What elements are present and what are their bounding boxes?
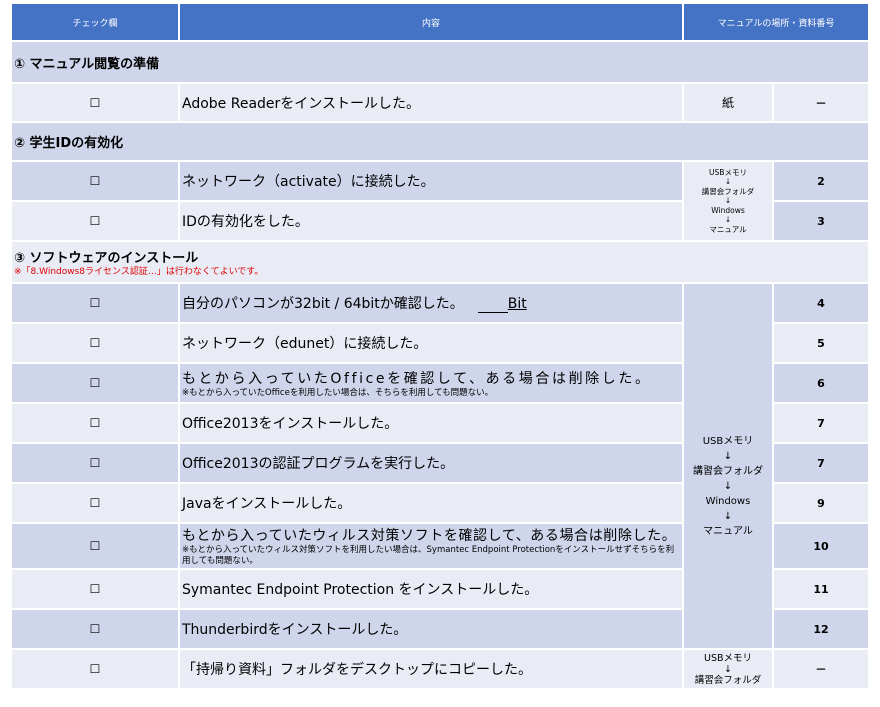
bit-suffix: Bit (507, 296, 527, 312)
task-text: Office2013の認証プログラムを実行した。 (180, 444, 684, 484)
doc-number: 11 (774, 570, 871, 610)
task-text: ネットワーク（activate）に接続した。 (180, 162, 684, 202)
table-row: ☐ Adobe Readerをインストールした。 紙 － (12, 84, 871, 123)
doc-number: 7 (774, 444, 871, 484)
checkbox[interactable]: ☐ (12, 570, 180, 610)
location-windows: Windows (711, 205, 745, 215)
doc-number: 6 (774, 364, 871, 404)
down-arrow-icon: ↓ (724, 177, 732, 187)
section-header-3: ③ ソフトウェアのインストール ※「8.Windows8ライセンス認証…」は行わ… (12, 242, 871, 284)
checkbox[interactable]: ☐ (12, 650, 180, 690)
location-usb: USBメモリ (703, 652, 752, 664)
location-usb: USBメモリ (709, 167, 747, 177)
checkbox[interactable]: ☐ (12, 324, 180, 364)
section-header-1: ① マニュアル閲覧の準備 (12, 42, 871, 84)
table-row: ☐ 自分のパソコンが32bit / 64bitか確認した。 Bit USBメモリ … (12, 284, 871, 650)
task-text: Adobe Readerをインストールした。 (180, 84, 684, 123)
checklist-table: チェック欄 内容 マニュアルの場所・資料番号 ① マニュアル閲覧の準備 ☐ Ad… (12, 4, 871, 690)
location-cell: USBメモリ ↓ 講習会フォルダ ↓ Windows ↓ マニュアル (684, 284, 774, 650)
location-folder: 講習会フォルダ (693, 465, 763, 477)
task-text: IDの有効化をした。 (180, 202, 684, 242)
location-column-header: マニュアルの場所・資料番号 (684, 4, 871, 42)
section-note: ※「8.Windows8ライセンス認証…」は行わなくてよいです。 (14, 266, 264, 277)
down-arrow-icon: ↓ (724, 215, 732, 225)
doc-number: 5 (774, 324, 871, 364)
location-windows: Windows (705, 495, 751, 507)
doc-number: 2 (774, 162, 871, 202)
task-text: もとから入っていたウィルス対策ソフトを確認して、ある場合は削除した。 (182, 528, 677, 544)
task-text: ネットワーク（edunet）に接続した。 (180, 324, 684, 364)
checkbox[interactable]: ☐ (12, 524, 180, 570)
checkbox[interactable]: ☐ (12, 444, 180, 484)
table-row: ☐ ネットワーク（activate）に接続した。 USBメモリ ↓ 講習会フォル… (12, 162, 871, 242)
down-arrow-icon: ↓ (724, 663, 732, 675)
down-arrow-icon: ↓ (723, 480, 733, 492)
task-text: Thunderbirdをインストールした。 (180, 610, 684, 650)
section-header-2: ② 学生IDの有効化 (12, 123, 871, 162)
location-cell: USBメモリ ↓ 講習会フォルダ (684, 650, 774, 690)
checkbox[interactable]: ☐ (12, 84, 180, 123)
checkbox[interactable]: ☐ (12, 610, 180, 650)
section-title: ② 学生IDの有効化 (12, 123, 871, 162)
task-text: Javaをインストールした。 (180, 484, 684, 524)
location-usb: USBメモリ (702, 435, 754, 447)
checkbox[interactable]: ☐ (12, 284, 180, 324)
bit-blank-field[interactable] (477, 298, 508, 313)
location-cell: 紙 (684, 84, 774, 123)
location-folder: 講習会フォルダ (701, 186, 755, 196)
location-manual: マニュアル (703, 525, 753, 537)
doc-number: 12 (774, 610, 871, 650)
task-note: ※もとから入っていたOfficeを利用したい場合は、そちらを利用しても問題ない。 (182, 387, 494, 398)
task-text: もとから入っていたOfficeを確認して、ある場合は削除した。 (182, 370, 652, 387)
doc-number: 10 (774, 524, 871, 570)
task-text: Office2013をインストールした。 (180, 404, 684, 444)
doc-number: 4 (774, 284, 871, 324)
doc-number: 3 (774, 202, 871, 242)
section-title: ① マニュアル閲覧の準備 (12, 42, 871, 84)
checkbox[interactable]: ☐ (12, 162, 180, 202)
down-arrow-icon: ↓ (723, 450, 733, 462)
checkbox[interactable]: ☐ (12, 404, 180, 444)
table-row: ☐ 「持帰り資料」フォルダをデスクトップにコピーした。 USBメモリ ↓ 講習会… (12, 650, 871, 690)
check-column-header: チェック欄 (12, 4, 180, 42)
task-text: 「持帰り資料」フォルダをデスクトップにコピーした。 (180, 650, 684, 690)
section-title: ③ ソフトウェアのインストール (14, 250, 199, 266)
doc-number: 7 (774, 404, 871, 444)
down-arrow-icon: ↓ (723, 510, 733, 522)
header-row: チェック欄 内容 マニュアルの場所・資料番号 (12, 4, 871, 42)
checkbox[interactable]: ☐ (12, 364, 180, 404)
doc-number: － (774, 84, 871, 123)
content-column-header: 内容 (180, 4, 684, 42)
task-text: 自分のパソコンが32bit / 64bitか確認した。 (182, 296, 464, 312)
down-arrow-icon: ↓ (724, 196, 732, 206)
location-manual: マニュアル (709, 224, 747, 234)
doc-number: － (774, 650, 871, 690)
checkbox[interactable]: ☐ (12, 202, 180, 242)
task-note: ※もとから入っていたウィルス対策ソフトを利用したい場合は、Symantec En… (182, 545, 675, 566)
doc-number: 9 (774, 484, 871, 524)
location-cell: USBメモリ ↓ 講習会フォルダ ↓ Windows ↓ マニュアル (684, 162, 774, 242)
checkbox[interactable]: ☐ (12, 484, 180, 524)
task-text: Symantec Endpoint Protection をインストールした。 (180, 570, 684, 610)
checklist-sheet: チェック欄 内容 マニュアルの場所・資料番号 ① マニュアル閲覧の準備 ☐ Ad… (0, 0, 880, 707)
location-folder: 講習会フォルダ (694, 674, 762, 686)
